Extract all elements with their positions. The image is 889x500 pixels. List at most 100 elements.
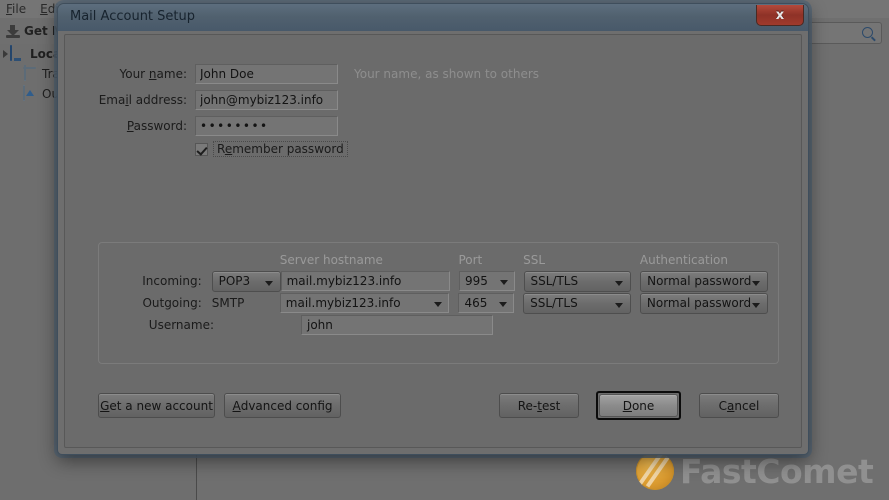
incoming-protocol-dropdown[interactable]: POP3 bbox=[211, 270, 281, 292]
outgoing-port-cell: 465 bbox=[458, 293, 515, 313]
retest-pre: Re- bbox=[517, 398, 538, 413]
incoming-auth-cell: Normal password bbox=[640, 270, 768, 292]
username-value: john bbox=[307, 318, 333, 332]
incoming-ssl-dropdown[interactable]: SSL/TLS bbox=[523, 270, 632, 292]
email-label-post: l address: bbox=[128, 92, 187, 107]
username-cell: john bbox=[301, 315, 493, 335]
monitor-icon bbox=[10, 45, 26, 62]
dialog-body: Your name: Your name, as shown to others… bbox=[64, 34, 802, 448]
done-button-focus-ring: Done bbox=[596, 391, 681, 420]
remember-password-row: Remember password bbox=[65, 141, 801, 157]
outgoing-ssl-cell: SSL/TLS bbox=[523, 292, 631, 314]
chevron-down-icon bbox=[752, 280, 760, 286]
chevron-down-icon bbox=[434, 302, 443, 307]
outgoing-auth-cell: Normal password bbox=[639, 292, 768, 314]
your-name-label: Your name: bbox=[65, 67, 195, 81]
advanced-post: dvanced config bbox=[240, 398, 333, 413]
advanced-accel: A bbox=[232, 398, 241, 413]
password-accel: P bbox=[126, 118, 134, 133]
email-address-label: Email address: bbox=[65, 93, 195, 107]
get-a-new-account-button[interactable]: Get a new account bbox=[98, 393, 215, 418]
dialog-title: Mail Account Setup bbox=[70, 9, 195, 24]
new-account-accel: G bbox=[100, 398, 110, 413]
your-name-label-post: ame: bbox=[156, 66, 187, 81]
remember-label-post: member password bbox=[232, 142, 344, 156]
your-name-accel: n bbox=[148, 66, 157, 81]
advanced-config-button[interactable]: Advanced config bbox=[224, 393, 341, 418]
done-accel: D bbox=[622, 398, 632, 413]
remember-password-label[interactable]: Remember password bbox=[213, 141, 348, 157]
dialog-title-bar: Mail Account Setup x bbox=[58, 4, 808, 31]
done-post: one bbox=[631, 398, 655, 413]
menu-item-file[interactable]: File bbox=[6, 2, 26, 16]
chevron-down-icon bbox=[615, 280, 624, 286]
remember-label-pre: R bbox=[217, 142, 225, 156]
outgoing-proto-cell: SMTP bbox=[212, 296, 280, 310]
header-hostname: Server hostname bbox=[279, 253, 383, 267]
outgoing-auth-value: Normal password bbox=[646, 296, 752, 310]
remember-password-checkbox[interactable] bbox=[195, 142, 208, 156]
trash-icon bbox=[22, 65, 38, 82]
download-icon bbox=[6, 24, 20, 38]
email-label-pre: Ema bbox=[98, 92, 126, 107]
incoming-hostname-value: mail.mybiz123.info bbox=[286, 274, 402, 288]
server-settings-group: Server hostname Port SSL Authentication … bbox=[98, 242, 779, 364]
outgoing-ssl-dropdown[interactable]: SSL/TLS bbox=[523, 292, 631, 314]
cancel-accel: a bbox=[727, 398, 735, 413]
cancel-post: ncel bbox=[734, 398, 760, 413]
close-button[interactable]: x bbox=[756, 5, 804, 26]
re-test-button[interactable]: Re-t est bbox=[499, 393, 579, 418]
incoming-protocol-value: POP3 bbox=[218, 274, 251, 288]
cancel-pre: C bbox=[718, 398, 728, 413]
done-button[interactable]: Done bbox=[599, 394, 678, 417]
incoming-label: Incoming: bbox=[142, 274, 202, 288]
chevron-right-icon[interactable] bbox=[3, 50, 8, 58]
username-row: Username: john bbox=[109, 314, 768, 336]
menu-edit-accel: E bbox=[40, 2, 48, 16]
close-icon: x bbox=[775, 7, 785, 23]
chevron-down-icon bbox=[264, 280, 273, 286]
outgoing-hostname-input[interactable]: mail.mybiz123.info bbox=[279, 293, 450, 313]
header-ssl: SSL bbox=[523, 253, 546, 267]
username-label: Username: bbox=[148, 318, 214, 332]
menu-file-rest: ile bbox=[12, 2, 27, 16]
incoming-port-input[interactable]: 995 bbox=[458, 271, 515, 291]
password-label-post: assword: bbox=[133, 118, 187, 133]
get-mail-button[interactable]: Get M bbox=[6, 24, 64, 38]
your-name-label-pre: Your bbox=[119, 66, 149, 81]
chevron-down-icon bbox=[752, 302, 760, 308]
outgoing-row: Outgoing: SMTP mail.mybiz123.info 465 SS… bbox=[109, 292, 768, 314]
incoming-port-cell: 995 bbox=[458, 271, 515, 291]
incoming-ssl-cell: SSL/TLS bbox=[523, 270, 632, 292]
incoming-auth-value: Normal password bbox=[647, 274, 752, 288]
email-address-input[interactable] bbox=[195, 89, 338, 110]
cancel-button[interactable]: Ca ncel bbox=[699, 393, 779, 418]
incoming-row: Incoming: POP3 mail.mybiz123.info 995 SS… bbox=[109, 270, 768, 292]
chevron-down-icon bbox=[499, 302, 508, 307]
server-table-header: Server hostname Port SSL Authentication bbox=[109, 250, 768, 270]
incoming-hostname-input[interactable]: mail.mybiz123.info bbox=[280, 271, 450, 291]
outgoing-label: Outgoing: bbox=[142, 296, 202, 310]
incoming-port-value: 995 bbox=[464, 274, 488, 288]
dialog-button-bar: Get a new account Advanced config Re-t es… bbox=[98, 391, 779, 420]
password-input[interactable]: •••••••• bbox=[195, 115, 338, 136]
incoming-host-cell: mail.mybiz123.info bbox=[280, 271, 450, 291]
chevron-down-icon bbox=[614, 302, 623, 308]
your-name-input[interactable] bbox=[195, 63, 338, 84]
mail-account-setup-dialog: Mail Account Setup x Your name: Your nam… bbox=[57, 3, 809, 455]
server-settings-table: Server hostname Port SSL Authentication … bbox=[99, 243, 778, 363]
chevron-down-icon bbox=[499, 280, 508, 285]
username-input[interactable]: john bbox=[301, 315, 493, 335]
password-label: Password: bbox=[65, 119, 195, 133]
incoming-auth-dropdown[interactable]: Normal password bbox=[640, 270, 768, 292]
retest-post: est bbox=[541, 398, 561, 413]
email-address-row: Email address: bbox=[65, 89, 801, 110]
outgoing-host-cell: mail.mybiz123.info bbox=[279, 293, 450, 313]
outgoing-port-input[interactable]: 465 bbox=[458, 293, 515, 313]
password-row: Password: •••••••• bbox=[65, 115, 801, 136]
outgoing-auth-dropdown[interactable]: Normal password bbox=[639, 292, 768, 314]
header-auth: Authentication bbox=[639, 253, 728, 267]
password-masked-value: •••••••• bbox=[200, 118, 269, 133]
outgoing-hostname-value: mail.mybiz123.info bbox=[285, 296, 401, 310]
outgoing-ssl-value: SSL/TLS bbox=[530, 296, 578, 310]
